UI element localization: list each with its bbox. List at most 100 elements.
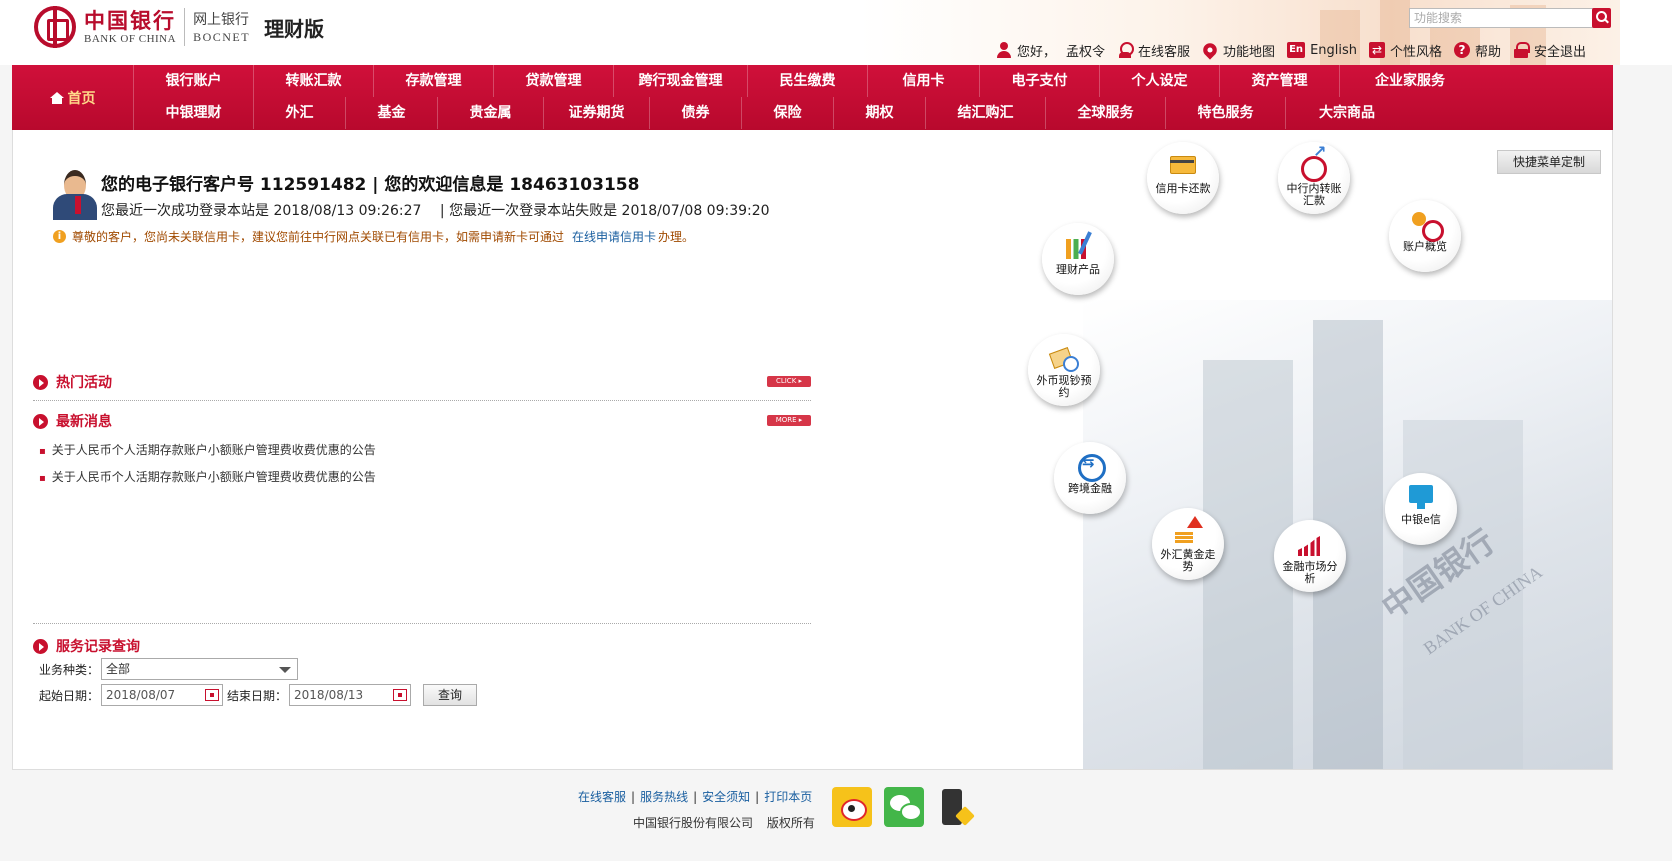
end-date-input[interactable]: 2018/08/13 [289, 684, 412, 706]
credit-card-notice: i 尊敬的客户，您尚未关联信用卡，建议您前往中行网点关联已有信用卡，如需申请新卡… [53, 228, 694, 245]
bocnet-english: BOCNET [193, 29, 251, 44]
nav-item-transfer[interactable]: 转账汇款 [254, 65, 374, 97]
weibo-icon[interactable] [832, 787, 872, 827]
hot-activities-section: 热门活动 CLICK ▸ [33, 372, 811, 401]
nav-item-loan[interactable]: 贷款管理 [494, 65, 614, 97]
footer-links: 在线客服 | 服务热线 | 安全须知 | 打印本页 [578, 788, 812, 805]
quick-credit-card-repay[interactable]: 信用卡还款 [1147, 142, 1219, 214]
nav-item-options[interactable]: 期权 [834, 97, 926, 129]
news-more-button[interactable]: MORE ▸ [767, 415, 811, 426]
quick-label: 信用卡还款 [1155, 182, 1211, 195]
calendar-icon[interactable] [205, 689, 220, 701]
english-link[interactable]: En English [1287, 42, 1357, 58]
quick-label: 中行内转账汇款 [1286, 182, 1342, 207]
news-item[interactable]: 关于人民币个人活期存款账户小额账户管理费收费优惠的公告 [33, 468, 811, 485]
nav-item-precious-metals[interactable]: 贵金属 [438, 97, 544, 129]
nav-item-personal-settings[interactable]: 个人设定 [1100, 65, 1220, 97]
logout-label: 安全退出 [1534, 44, 1587, 60]
quick-label: 账户概览 [1403, 240, 1447, 253]
quick-fx-gold-trend[interactable]: 外汇黄金走势 [1152, 508, 1224, 580]
nav-item-securities-futures[interactable]: 证券期货 [544, 97, 650, 129]
version-title: 理财版 [264, 16, 325, 41]
nav-item-entrepreneur[interactable]: 企业家服务 [1340, 65, 1480, 97]
nav-item-bank-account[interactable]: 银行账户 [134, 65, 254, 97]
monitor-icon [1406, 483, 1436, 511]
footer-service-hotline[interactable]: 服务热线 [640, 790, 688, 804]
nav-item-insurance[interactable]: 保险 [742, 97, 834, 129]
help-link[interactable]: ? 帮助 [1454, 41, 1501, 60]
nav-item-special-service[interactable]: 特色服务 [1166, 97, 1286, 129]
nav-item-fund[interactable]: 基金 [346, 97, 438, 129]
business-type-value: 全部 [106, 662, 131, 676]
news-item[interactable]: 关于人民币个人活期存款账户小额账户管理费收费优惠的公告 [33, 441, 811, 458]
customer-service-icon [1117, 42, 1135, 58]
quick-label: 跨境金融 [1068, 482, 1112, 495]
bank-logo[interactable]: 中国银行 BANK OF CHINA 网上银行 BOCNET 理财版 [34, 6, 324, 48]
section-arrow-icon [33, 413, 48, 429]
wechat-icon[interactable] [884, 787, 924, 827]
function-search-input[interactable]: 功能搜索 [1409, 8, 1594, 28]
hot-activities-click-button[interactable]: CLICK ▸ [767, 376, 811, 387]
footer-print-page[interactable]: 打印本页 [764, 790, 812, 804]
logout-link[interactable]: 安全退出 [1513, 41, 1586, 60]
nav-home[interactable]: 首页 [12, 65, 134, 130]
company-name: 中国银行股份有限公司 [633, 816, 754, 830]
business-type-label: 业务种类： [39, 662, 100, 677]
footer-security-notice[interactable]: 安全须知 [702, 790, 750, 804]
service-record-section: 服务记录查询 [33, 623, 811, 656]
nav-item-deposit[interactable]: 存款管理 [374, 65, 494, 97]
quick-internal-transfer[interactable]: 中行内转账汇款 [1278, 142, 1350, 214]
nav-item-asset-management[interactable]: 资产管理 [1220, 65, 1340, 97]
quick-account-overview[interactable]: 账户概览 [1389, 200, 1461, 272]
nav-item-forex[interactable]: 外汇 [254, 97, 346, 129]
transfer-icon [1299, 146, 1329, 182]
function-map-link[interactable]: 功能地图 [1200, 40, 1275, 60]
quick-menu-customize-button[interactable]: 快捷菜单定制 [1497, 150, 1601, 174]
chevron-down-icon [279, 667, 292, 673]
latest-news-title: 最新消息 [56, 414, 112, 430]
mobile-banking-icon[interactable] [936, 787, 976, 827]
fx-cash-icon [1049, 344, 1079, 372]
calendar-icon[interactable] [393, 689, 408, 701]
help-icon: ? [1454, 42, 1471, 58]
nav-item-e-payment[interactable]: 电子支付 [980, 65, 1100, 97]
nav-item-credit-card[interactable]: 信用卡 [868, 65, 980, 97]
notice-end: 办理。 [658, 230, 695, 244]
gold-trend-icon [1173, 516, 1203, 546]
quick-market-analysis[interactable]: 金融市场分析 [1274, 520, 1346, 592]
nav-item-bonds[interactable]: 债券 [650, 97, 742, 129]
start-date-input[interactable]: 2018/08/07 [101, 684, 224, 706]
footer-online-service[interactable]: 在线客服 [578, 790, 626, 804]
quick-cross-border-finance[interactable]: 跨境金融 [1054, 442, 1126, 514]
nav-item-boc-wealth[interactable]: 中银理财 [134, 97, 254, 129]
nav-item-global-service[interactable]: 全球服务 [1046, 97, 1166, 129]
avatar-tie [75, 196, 81, 214]
help-label: 帮助 [1475, 44, 1502, 60]
apply-credit-card-link[interactable]: 在线申请信用卡 [572, 228, 656, 245]
cross-border-icon [1075, 452, 1106, 482]
end-date-label: 结束日期： [227, 688, 288, 703]
business-type-row: 业务种类： 全部 [39, 658, 299, 680]
section-arrow-icon [33, 638, 48, 654]
quick-label: 外币现钞预约 [1036, 374, 1092, 399]
style-link[interactable]: ⇄ 个性风格 [1369, 41, 1442, 60]
business-type-select[interactable]: 全部 [101, 658, 299, 680]
footer-separator: | [631, 790, 636, 804]
query-button[interactable]: 查询 [423, 684, 478, 706]
nav-item-utilities[interactable]: 民生缴费 [748, 65, 868, 97]
nav-item-commodities[interactable]: 大宗商品 [1286, 97, 1408, 129]
nav-item-cash-management[interactable]: 跨行现金管理 [614, 65, 748, 97]
end-date-value: 2018/08/13 [294, 688, 364, 702]
search-icon[interactable] [1592, 8, 1611, 28]
nav-item-fx-settlement[interactable]: 结汇购汇 [926, 97, 1046, 129]
nav-home-label: 首页 [67, 90, 96, 107]
quick-wealth-products[interactable]: 理财产品 [1042, 223, 1114, 295]
style-label: 个性风格 [1390, 44, 1443, 60]
online-service-label: 在线客服 [1138, 44, 1191, 60]
quick-fx-cash-booking[interactable]: 外币现钞预约 [1028, 334, 1100, 406]
style-icon: ⇄ [1369, 42, 1386, 58]
footer-separator: | [755, 790, 760, 804]
quick-boc-e-money[interactable]: 中银e信 [1385, 473, 1457, 545]
latest-news-section: 最新消息 MORE ▸ 关于人民币个人活期存款账户小额账户管理费收费优惠的公告 … [33, 411, 811, 485]
online-service-link[interactable]: 在线客服 [1117, 41, 1190, 60]
